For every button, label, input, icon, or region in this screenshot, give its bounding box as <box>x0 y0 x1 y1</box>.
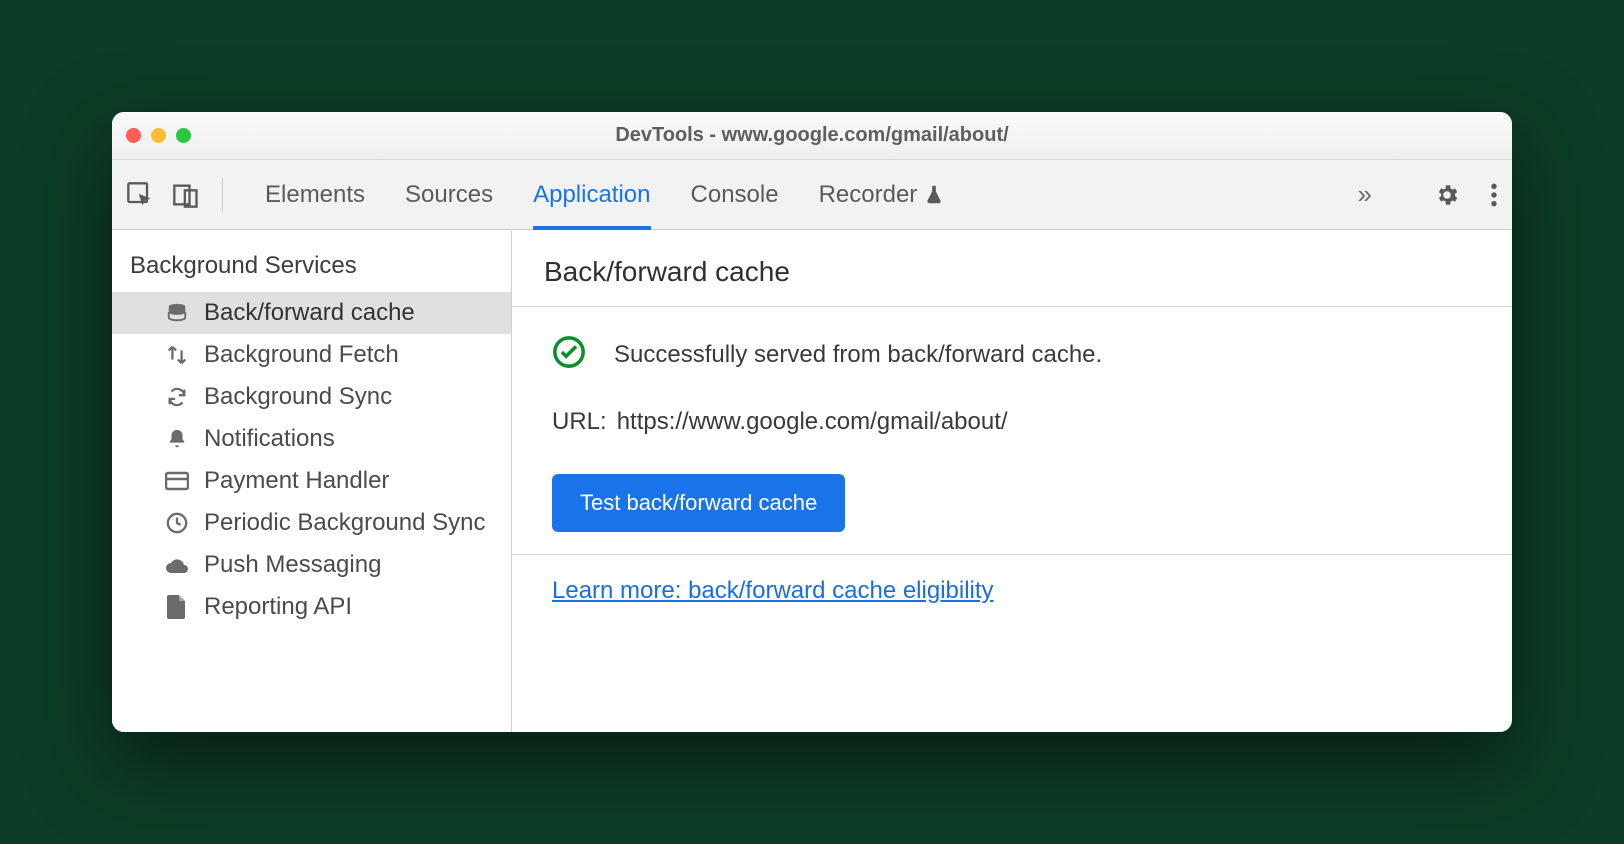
sidebar-item-background-fetch[interactable]: Background Fetch <box>112 334 511 376</box>
sidebar-item-notifications[interactable]: Notifications <box>112 418 511 460</box>
toolbar-separator <box>222 178 223 212</box>
tab-recorder-label: Recorder <box>819 181 918 209</box>
titlebar: DevTools - www.google.com/gmail/about/ <box>112 112 1512 160</box>
devtools-toolbar: Elements Sources Application Console Rec… <box>112 160 1512 230</box>
sidebar-item-label: Notifications <box>204 425 335 453</box>
cloud-icon <box>164 552 190 578</box>
kebab-menu-icon[interactable] <box>1490 182 1498 208</box>
sidebar-item-label: Back/forward cache <box>204 299 415 327</box>
success-check-icon <box>552 335 586 374</box>
application-sidebar: Background Services Back/forward cache B… <box>112 230 512 732</box>
panel-tabs: Elements Sources Application Console Rec… <box>265 160 945 229</box>
bell-icon <box>164 426 190 452</box>
file-icon <box>164 594 190 620</box>
test-bfcache-button[interactable]: Test back/forward cache <box>552 474 845 532</box>
sidebar-item-reporting-api[interactable]: Reporting API <box>112 586 511 628</box>
minimize-window-button[interactable] <box>151 128 166 143</box>
url-value: https://www.google.com/gmail/about/ <box>617 408 1008 436</box>
sync-icon <box>164 384 190 410</box>
transfer-icon <box>164 342 190 368</box>
database-icon <box>164 300 190 326</box>
status-block: Successfully served from back/forward ca… <box>512 307 1512 554</box>
url-label: URL: <box>552 408 607 436</box>
window-title: DevTools - www.google.com/gmail/about/ <box>112 124 1512 147</box>
sidebar-item-label: Background Fetch <box>204 341 399 369</box>
panel-title: Back/forward cache <box>512 230 1512 306</box>
sidebar-item-push-messaging[interactable]: Push Messaging <box>112 544 511 586</box>
settings-icon[interactable] <box>1434 182 1460 208</box>
sidebar-item-label: Reporting API <box>204 593 352 621</box>
close-window-button[interactable] <box>126 128 141 143</box>
main-panel: Back/forward cache Successfully served f… <box>512 230 1512 732</box>
device-toggle-icon[interactable] <box>172 181 200 209</box>
sidebar-item-background-sync[interactable]: Background Sync <box>112 376 511 418</box>
tab-console[interactable]: Console <box>691 160 779 229</box>
tab-application[interactable]: Application <box>533 160 650 229</box>
inspect-element-icon[interactable] <box>126 181 154 209</box>
sidebar-item-bfcache[interactable]: Back/forward cache <box>112 292 511 334</box>
sidebar-section-title: Background Services <box>112 230 511 292</box>
learn-more-link[interactable]: Learn more: back/forward cache eligibili… <box>552 577 994 604</box>
sidebar-item-label: Payment Handler <box>204 467 389 495</box>
sidebar-item-periodic-sync[interactable]: Periodic Background Sync <box>112 502 511 544</box>
creditcard-icon <box>164 468 190 494</box>
tab-recorder[interactable]: Recorder <box>819 160 946 229</box>
zoom-window-button[interactable] <box>176 128 191 143</box>
sidebar-item-label: Push Messaging <box>204 551 381 579</box>
flask-icon <box>923 184 945 206</box>
traffic-lights <box>126 128 191 143</box>
devtools-window: DevTools - www.google.com/gmail/about/ E… <box>112 112 1512 732</box>
sidebar-item-payment-handler[interactable]: Payment Handler <box>112 460 511 502</box>
tab-sources[interactable]: Sources <box>405 160 493 229</box>
more-tabs-icon[interactable]: » <box>1358 179 1368 210</box>
sidebar-item-label: Periodic Background Sync <box>204 509 485 537</box>
sidebar-item-label: Background Sync <box>204 383 392 411</box>
clock-icon <box>164 510 190 536</box>
status-message: Successfully served from back/forward ca… <box>614 341 1102 369</box>
tab-elements[interactable]: Elements <box>265 160 365 229</box>
